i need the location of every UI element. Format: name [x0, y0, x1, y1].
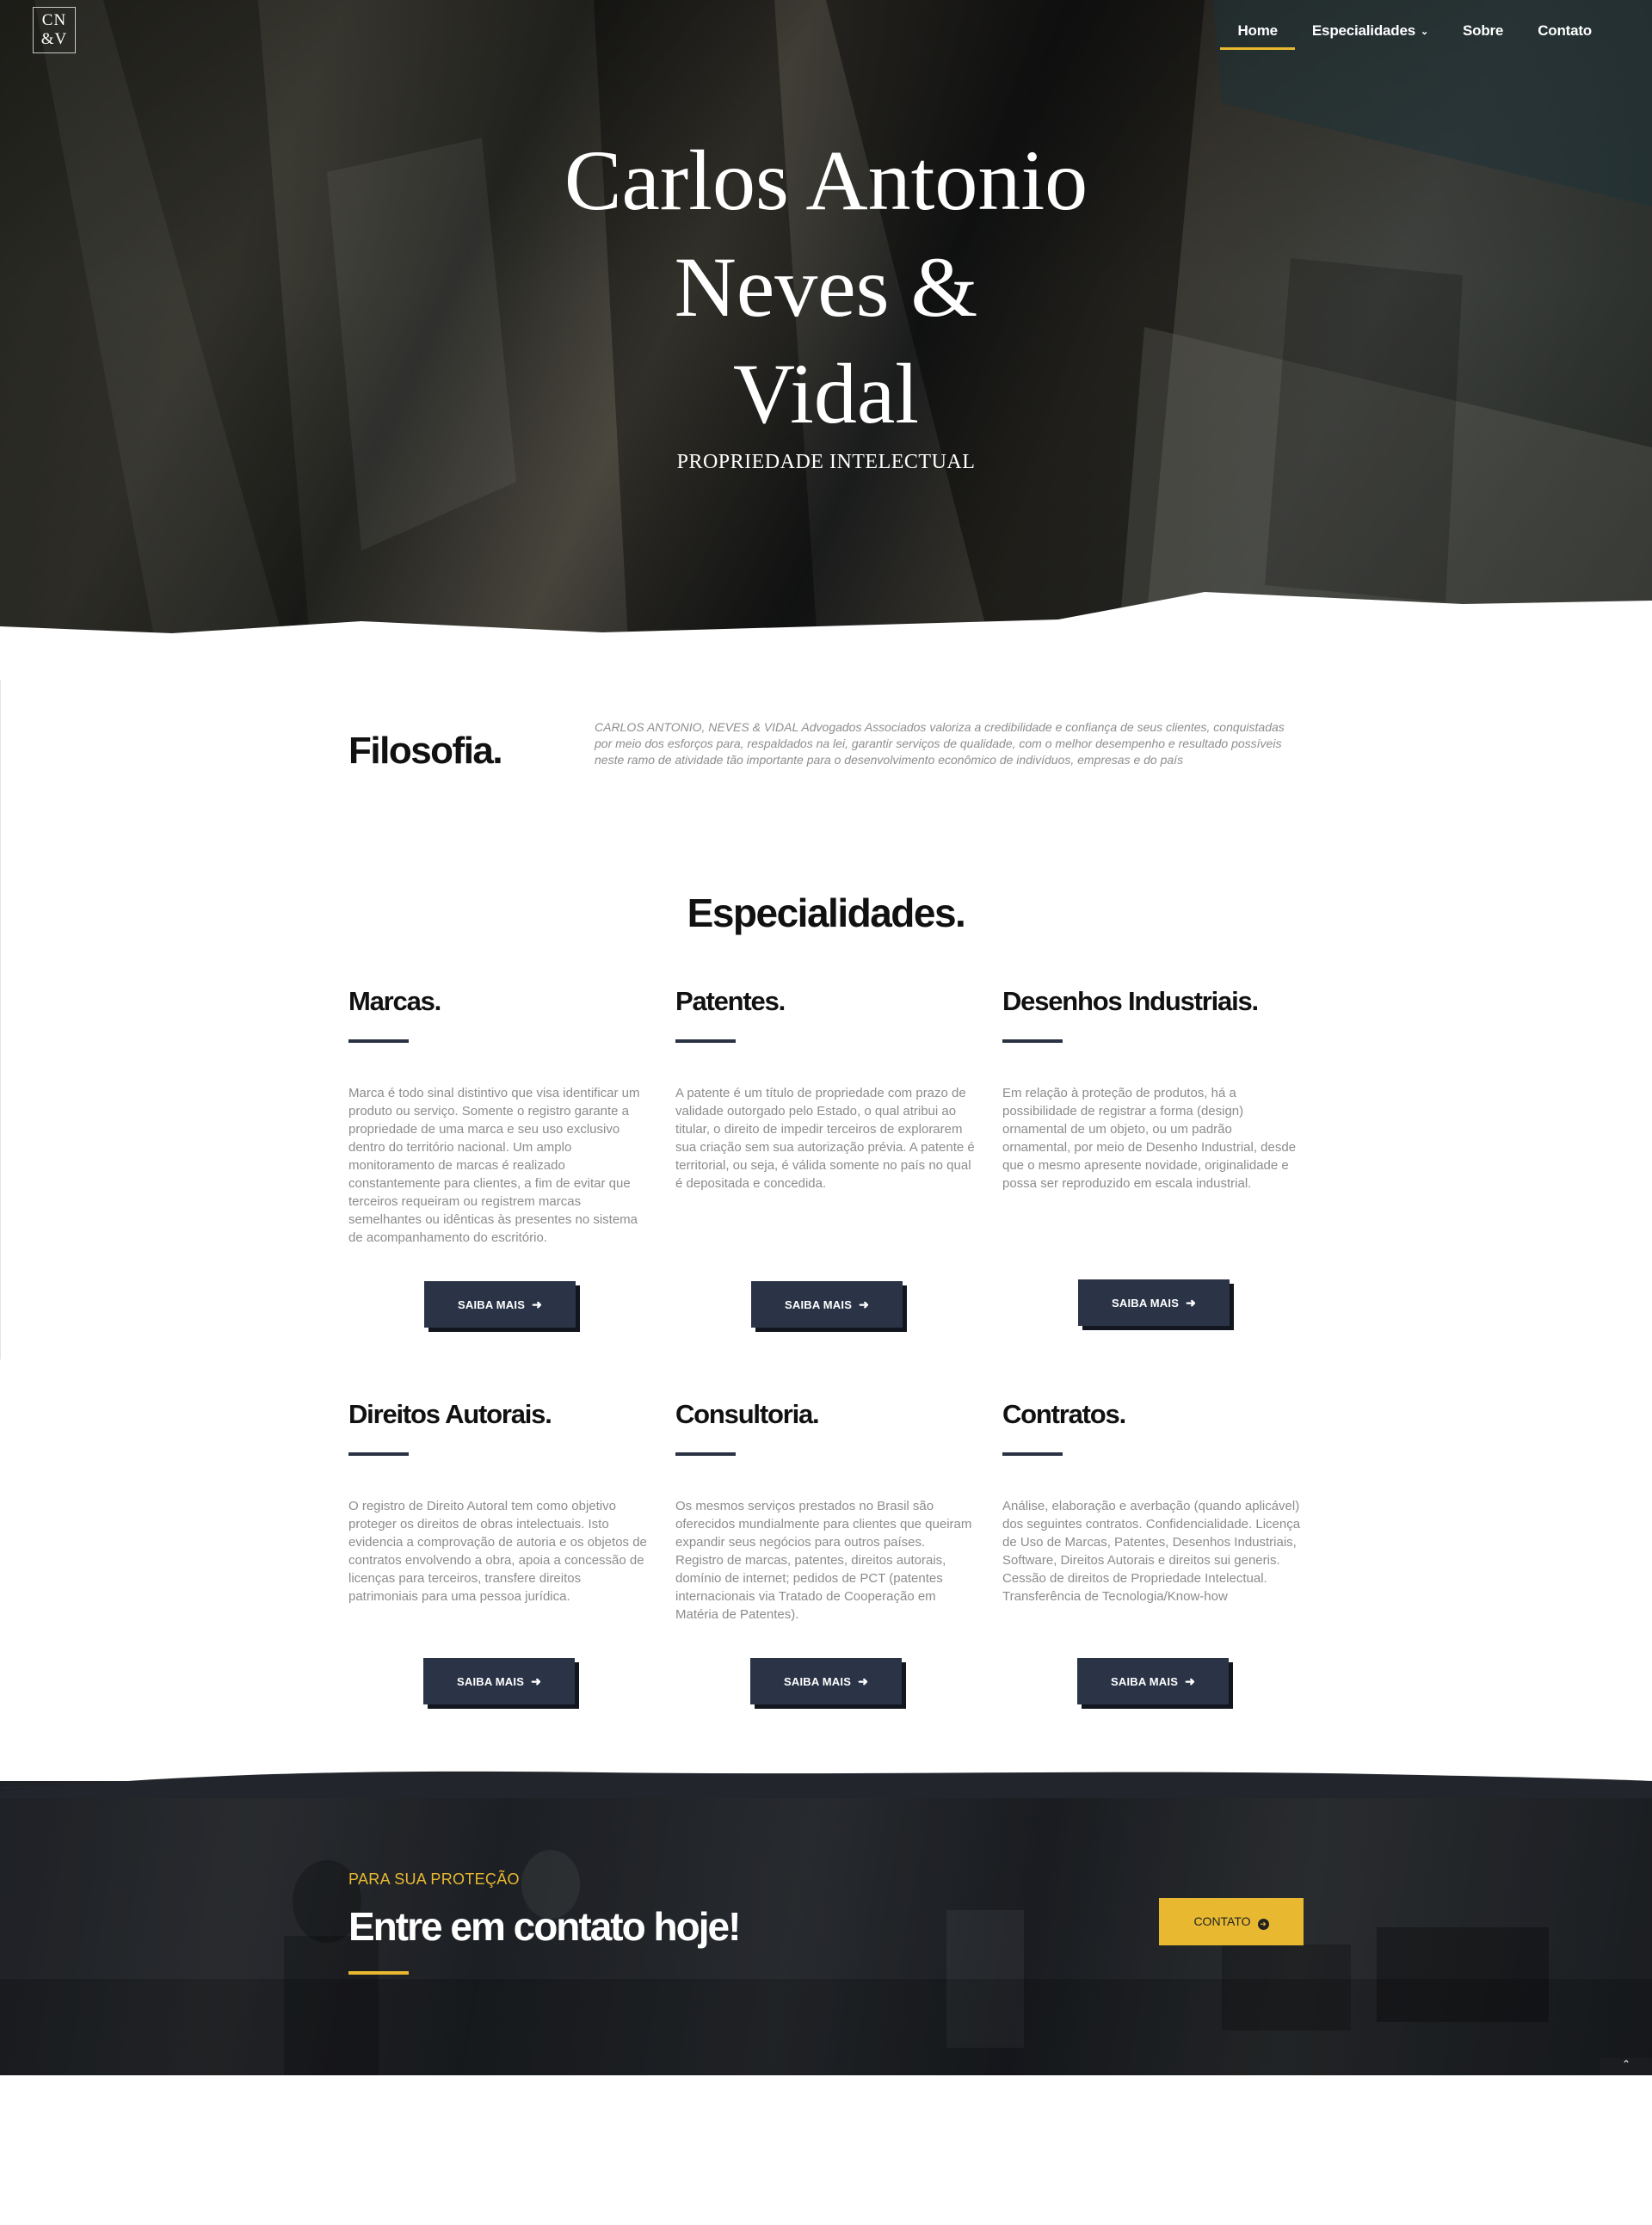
card-desenhos-industriais: Desenhos Industriais. Em relação à prote… — [1002, 986, 1304, 1191]
card-direitos-autorais: Direitos Autorais. O registro de Direito… — [348, 1399, 650, 1604]
main-nav: Home Especialidades ⌄ Sobre Contato — [1220, 21, 1609, 50]
button-label: SAIBA MAIS — [784, 1298, 853, 1311]
arrow-right-icon: ➜ — [1185, 1674, 1195, 1688]
card-text: Marca é todo sinal distintivo que visa i… — [348, 1086, 640, 1245]
button-label: SAIBA MAIS — [1111, 1297, 1180, 1310]
button-label: CONTATO — [1193, 1914, 1251, 1928]
nav-item-sobre[interactable]: Sobre — [1446, 21, 1520, 50]
saiba-mais-direitos-button[interactable]: SAIBA MAIS ➜ — [423, 1658, 575, 1704]
card-divider — [348, 1452, 409, 1456]
saiba-mais-marcas-button[interactable]: SAIBA MAIS ➜ — [424, 1281, 576, 1328]
cta-section — [0, 1781, 1652, 2075]
arrow-right-icon: ➜ — [1186, 1296, 1196, 1310]
card-text: Em relação à proteção de produtos, há a … — [1002, 1086, 1297, 1191]
saiba-mais-contratos-button[interactable]: SAIBA MAIS ➜ — [1077, 1658, 1229, 1704]
arrow-right-icon: ➜ — [531, 1674, 541, 1688]
card-divider — [348, 1039, 409, 1043]
button-label: SAIBA MAIS — [457, 1298, 526, 1311]
card-title: Direitos Autorais. — [348, 1399, 552, 1429]
card-patentes: Patentes. A patente é um título de propr… — [675, 986, 977, 1191]
card-text: Análise, elaboração e averbação (quando … — [1002, 1499, 1301, 1604]
card-divider — [675, 1039, 736, 1043]
arrow-right-icon: ➜ — [859, 1297, 869, 1311]
saiba-mais-consultoria-button[interactable]: SAIBA MAIS ➜ — [750, 1658, 902, 1704]
cta-background-image — [0, 1781, 1652, 2075]
cta-divider — [348, 1971, 409, 1975]
saiba-mais-patentes-button[interactable]: SAIBA MAIS ➜ — [751, 1281, 903, 1328]
card-title: Contratos. — [1002, 1399, 1126, 1429]
filosofia-text: CARLOS ANTONIO, NEVES & VIDAL Advogados … — [595, 720, 1285, 767]
especialidades-title: Especialidades. — [687, 891, 966, 935]
site-logo[interactable]: CN &V — [33, 7, 76, 53]
chevron-up-icon: ⌃ — [1621, 2058, 1631, 2070]
hero-subtitle: PROPRIEDADE INTELECTUAL — [676, 451, 976, 473]
hero-section: CN &V Home Especialidades ⌄ Sobre Contato… — [0, 0, 1652, 641]
card-title: Consultoria. — [675, 1399, 820, 1429]
circle-arrow-right-icon: ➜ — [1257, 1919, 1269, 1930]
hero-title: Carlos Antonio Neves & Vidal — [564, 133, 1088, 441]
logo-line-1: CN — [41, 11, 67, 29]
card-title: Marcas. — [348, 986, 441, 1016]
filosofia-title: Filosofia. — [348, 730, 503, 772]
card-divider — [1002, 1452, 1063, 1456]
nav-sobre-label: Sobre — [1463, 22, 1504, 39]
arrow-right-icon: ➜ — [532, 1297, 542, 1311]
card-contratos: Contratos. Análise, elaboração e averbaç… — [1002, 1399, 1304, 1604]
nav-especialidades-label: Especialidades — [1311, 22, 1415, 39]
hero-bottom-divider — [0, 592, 1652, 645]
card-divider — [1002, 1039, 1063, 1043]
cta-title: Entre em contato hoje! — [348, 1904, 741, 1949]
card-divider — [675, 1452, 736, 1456]
card-title: Patentes. — [675, 986, 786, 1016]
card-marcas: Marcas. Marca é todo sinal distintivo qu… — [348, 986, 650, 1245]
cta-kicker: PARA SUA PROTEÇÃO — [348, 1871, 520, 1888]
card-consultoria: Consultoria. Os mesmos serviços prestado… — [675, 1399, 977, 1622]
arrow-right-icon: ➜ — [858, 1674, 868, 1688]
card-text: O registro de Direito Autoral tem como o… — [348, 1499, 647, 1604]
button-label: SAIBA MAIS — [783, 1675, 852, 1688]
chevron-down-icon: ⌄ — [1420, 27, 1428, 37]
card-text: A patente é um título de propriedade com… — [675, 1086, 975, 1191]
nav-home-label: Home — [1237, 22, 1278, 39]
page-edge-line — [0, 680, 1, 1359]
nav-item-home[interactable]: Home — [1220, 21, 1296, 50]
button-label: SAIBA MAIS — [456, 1675, 525, 1688]
nav-contato-label: Contato — [1538, 22, 1592, 39]
card-text: Os mesmos serviços prestados no Brasil s… — [675, 1499, 972, 1622]
nav-item-especialidades[interactable]: Especialidades ⌄ — [1295, 21, 1446, 50]
contato-button[interactable]: CONTATO ➜ — [1159, 1898, 1304, 1945]
cta-top-brush-divider — [0, 1771, 1652, 1798]
card-title: Desenhos Industriais. — [1002, 986, 1259, 1016]
logo-line-2: &V — [40, 30, 68, 48]
nav-item-contato[interactable]: Contato — [1520, 21, 1609, 50]
button-label: SAIBA MAIS — [1110, 1675, 1179, 1688]
saiba-mais-desenhos-button[interactable]: SAIBA MAIS ➜ — [1078, 1279, 1230, 1326]
scroll-to-top-button[interactable]: ⌃ — [1600, 2058, 1652, 2075]
